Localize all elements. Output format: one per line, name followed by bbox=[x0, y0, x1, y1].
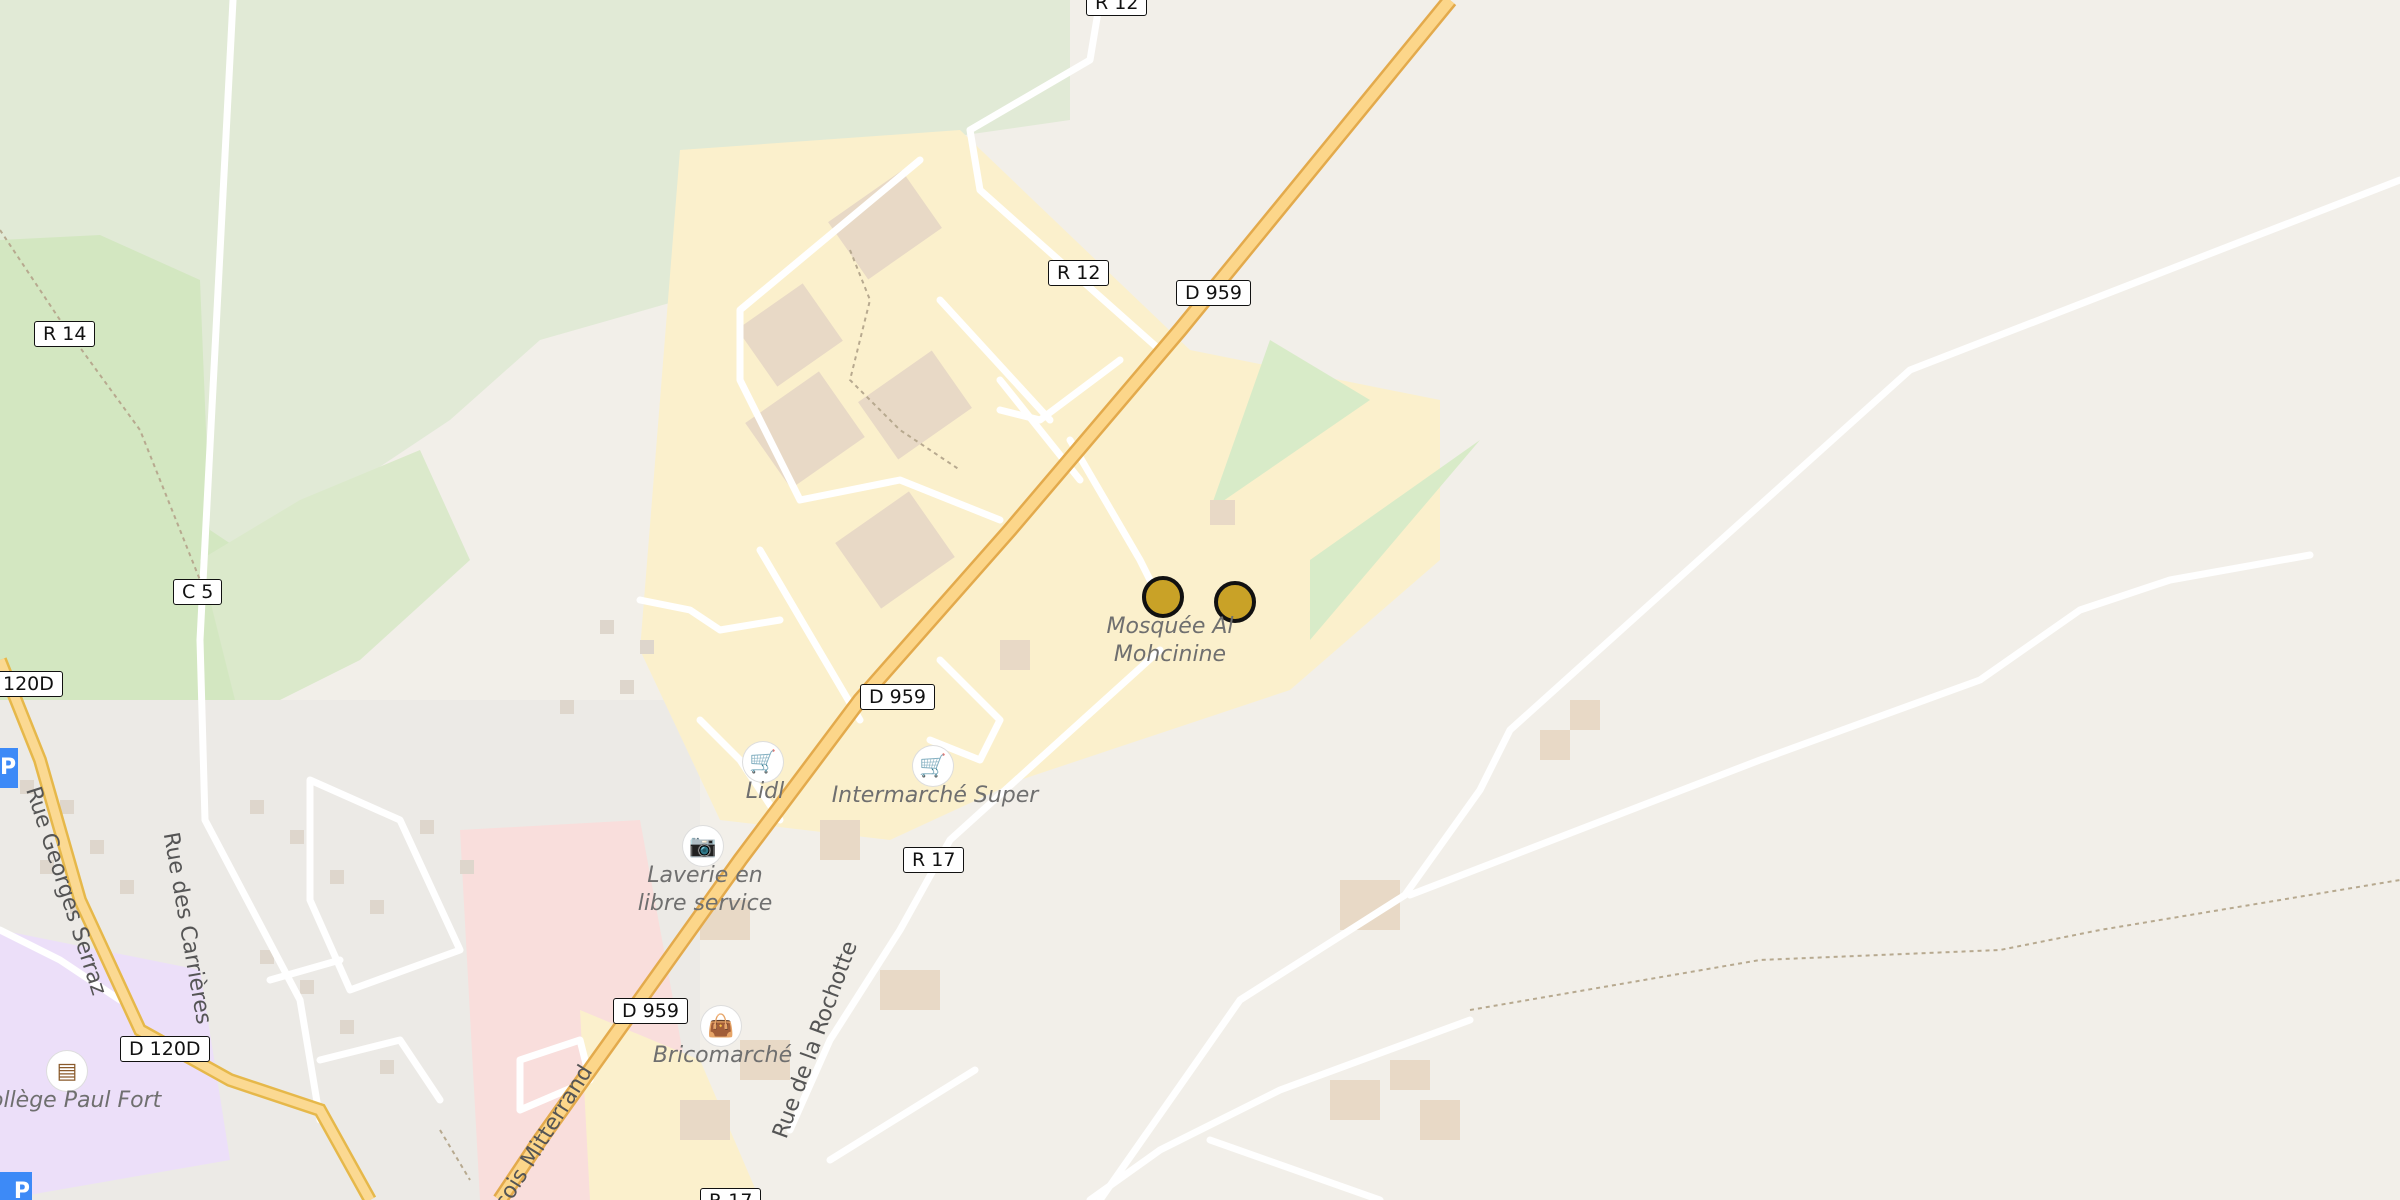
shopping-cart-icon[interactable]: 🛒 bbox=[743, 742, 783, 782]
road-ref-c5: C 5 bbox=[173, 579, 223, 605]
place-label-laverie-line1: Laverie en bbox=[647, 863, 763, 888]
road-ref-d959-ne: D 959 bbox=[1176, 280, 1251, 306]
map-marker-mosque-1[interactable] bbox=[1142, 576, 1184, 618]
map-canvas[interactable]: R 12 R 12 R 14 C 5 120D D 959 D 959 D 95… bbox=[0, 0, 2400, 1200]
place-label-mosque-line1: Mosquée Al bbox=[1106, 614, 1234, 639]
parking-icon[interactable]: P bbox=[0, 748, 18, 788]
place-label-mosque-line2: Mohcinine bbox=[1113, 642, 1227, 667]
road-ref-d120d-left: 120D bbox=[0, 671, 63, 697]
place-label-bricomarche: Bricomarché bbox=[652, 1043, 793, 1068]
map-base-layer bbox=[0, 0, 2400, 1200]
place-label-lidl: Lidl bbox=[745, 779, 785, 804]
school-icon[interactable]: ▤ bbox=[47, 1051, 87, 1091]
road-ref-r17: R 17 bbox=[903, 847, 965, 873]
shopping-cart-icon[interactable]: 🛒 bbox=[913, 746, 953, 786]
place-label-intermarche: Intermarché Super bbox=[831, 783, 1039, 808]
road-ref-r17-bottom: R 17 bbox=[700, 1188, 762, 1200]
road-ref-d959-sw: D 959 bbox=[613, 998, 688, 1024]
road-ref-d959-mid: D 959 bbox=[860, 684, 935, 710]
place-label-college-paul-fort: ollège Paul Fort bbox=[0, 1088, 162, 1113]
laundry-icon[interactable]: 📷 bbox=[683, 826, 723, 866]
road-ref-r14: R 14 bbox=[34, 321, 96, 347]
road-ref-r12: R 12 bbox=[1048, 260, 1110, 286]
place-label-laverie-line2: libre service bbox=[637, 891, 773, 916]
road-ref-r12-top: R 12 bbox=[1086, 0, 1148, 16]
parking-icon[interactable]: P bbox=[0, 1172, 32, 1200]
shopping-basket-icon[interactable]: 👜 bbox=[701, 1006, 741, 1046]
road-ref-d120d: D 120D bbox=[120, 1036, 210, 1062]
